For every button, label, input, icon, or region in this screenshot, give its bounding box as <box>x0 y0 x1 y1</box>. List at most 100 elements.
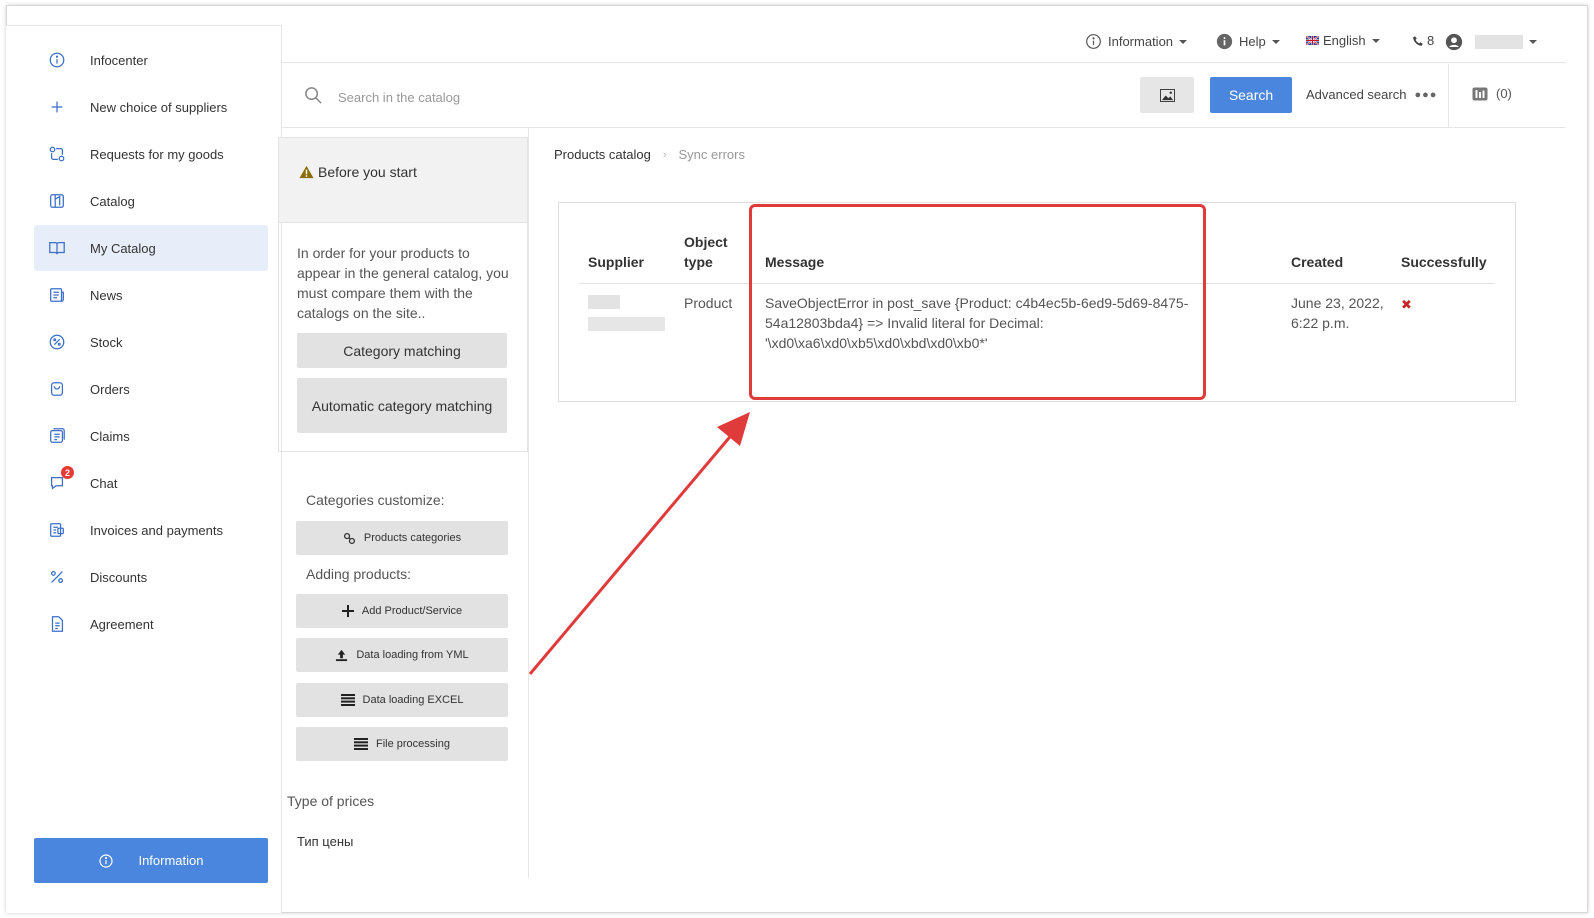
information-menu[interactable]: Information <box>1085 33 1188 50</box>
sidebar-item-stock[interactable]: Stock <box>34 319 268 365</box>
breadcrumb-current: Sync errors <box>678 147 745 162</box>
header-object-type-line1: Object <box>684 234 728 250</box>
breadcrumb-products-catalog[interactable]: Products catalog <box>554 147 651 162</box>
search-input[interactable] <box>338 86 1038 108</box>
sidebar-item-label: Discounts <box>90 569 148 585</box>
sidebar-item-label: Requests for my goods <box>90 146 224 162</box>
info-circle-icon <box>99 853 114 868</box>
book-open-icon <box>46 237 68 259</box>
divider <box>528 128 529 878</box>
chevron-down-icon <box>1371 38 1380 43</box>
before-start-body: In order for your products to appear in … <box>278 223 528 452</box>
image-search-button[interactable] <box>1140 77 1194 113</box>
price-type-item[interactable]: Тип цены <box>297 834 353 849</box>
category-matching-button[interactable]: Category matching <box>297 333 507 368</box>
sidebar: Infocenter New choice of suppliers Reque… <box>6 25 282 913</box>
chevron-down-icon <box>1529 40 1537 44</box>
phone-number: 8 <box>1427 33 1435 48</box>
sidebar-item-orders[interactable]: Orders <box>34 366 268 412</box>
sidebar-item-invoices[interactable]: Invoices and payments <box>34 507 268 553</box>
sidebar-item-requests[interactable]: Requests for my goods <box>34 131 268 177</box>
sidebar-item-claims[interactable]: Claims <box>34 413 268 459</box>
more-dots-icon: ●●● <box>1414 88 1438 101</box>
data-excel-label: Data loading EXCEL <box>362 694 464 706</box>
sidebar-item-agreement[interactable]: Agreement <box>34 601 268 647</box>
sidebar-item-chat[interactable]: 2 Chat <box>34 460 268 506</box>
breadcrumb-separator-icon: › <box>662 148 667 161</box>
sidebar-item-discounts[interactable]: Discounts <box>34 554 268 600</box>
categories-customize-heading: Categories customize: <box>306 492 445 508</box>
add-product-button[interactable]: Add Product/Service <box>296 594 508 628</box>
help-icon <box>1216 33 1233 50</box>
breadcrumb: Products catalog › Sync errors <box>554 147 745 162</box>
list-icon <box>340 694 355 706</box>
auto-category-matching-button[interactable]: Automatic category matching <box>297 378 507 433</box>
advanced-search-label: Advanced search <box>1306 87 1407 102</box>
before-start-header: Before you start <box>278 137 528 223</box>
sidebar-item-label: New choice of suppliers <box>90 99 228 115</box>
search-icon <box>305 87 322 104</box>
image-icon <box>1159 88 1175 102</box>
cell-created-line2: 6:22 p.m. <box>1291 315 1350 331</box>
user-menu[interactable] <box>1445 33 1537 51</box>
advanced-search-link[interactable]: Advanced search ●●● <box>1306 87 1437 102</box>
file-processing-button[interactable]: File processing <box>296 727 508 761</box>
information-button-label: Information <box>138 853 204 868</box>
data-excel-button[interactable]: Data loading EXCEL <box>296 683 508 717</box>
cell-object-type: Product <box>684 295 733 311</box>
list-icon <box>354 738 368 750</box>
sidebar-item-label: News <box>90 287 123 303</box>
user-avatar-icon <box>1445 33 1463 51</box>
compare-chart-icon <box>1472 87 1488 100</box>
newspaper-icon <box>46 284 68 306</box>
search-bar: Search Advanced search ●●● (0) <box>282 64 1566 128</box>
sidebar-item-news[interactable]: News <box>34 272 268 318</box>
add-product-label: Add Product/Service <box>361 605 463 617</box>
uk-flag-icon <box>1306 36 1319 45</box>
warning-icon <box>299 165 314 179</box>
user-name-redacted <box>1475 35 1523 49</box>
header-created: Created <box>1291 254 1344 270</box>
top-bar: Information Help English 8 <box>282 25 1566 63</box>
sidebar-item-new-suppliers[interactable]: New choice of suppliers <box>34 84 268 130</box>
claims-icon <box>46 425 68 447</box>
products-categories-label: Products categories <box>363 532 462 544</box>
divider <box>1448 64 1449 128</box>
information-button[interactable]: Information <box>34 838 268 883</box>
annotation-highlight-box <box>749 204 1206 400</box>
exchange-icon <box>46 143 68 165</box>
sidebar-item-catalog[interactable]: Catalog <box>34 178 268 224</box>
help-menu[interactable]: Help <box>1216 33 1280 50</box>
products-categories-button[interactable]: Products categories <box>296 521 508 555</box>
invoice-icon <box>46 519 68 541</box>
catalog-tools-panel: Before you start In order for your produ… <box>278 137 528 452</box>
compare-count: (0) <box>1496 86 1512 101</box>
chevron-down-icon <box>1179 39 1188 44</box>
sidebar-item-label: Catalog <box>90 193 135 209</box>
intro-text: In order for your products to appear in … <box>297 245 509 321</box>
language-menu[interactable]: English <box>1306 33 1380 48</box>
before-start-title: Before you start <box>318 164 417 180</box>
sidebar-item-my-catalog[interactable]: My Catalog <box>34 225 268 271</box>
sidebar-item-label: Stock <box>90 334 123 350</box>
shopping-bag-icon <box>46 378 68 400</box>
data-yml-button[interactable]: Data loading from YML <box>296 638 508 672</box>
sidebar-item-label: Orders <box>90 381 130 397</box>
compare-button[interactable]: (0) <box>1472 86 1512 101</box>
cell-created-line1: June 23, 2022, <box>1291 295 1384 311</box>
sidebar-item-label: Agreement <box>90 616 154 632</box>
sidebar-item-infocenter[interactable]: Infocenter <box>34 37 268 83</box>
sidebar-item-label: Chat <box>90 475 118 491</box>
search-button[interactable]: Search <box>1210 77 1292 113</box>
phone-icon <box>1413 35 1423 46</box>
data-yml-label: Data loading from YML <box>356 649 469 661</box>
phone-link[interactable]: 8 <box>1412 33 1434 48</box>
document-icon <box>46 613 68 635</box>
plus-icon <box>341 605 354 617</box>
language-menu-label: English <box>1323 33 1366 48</box>
link-icon <box>343 532 355 544</box>
chat-badge: 2 <box>61 466 74 479</box>
header-successfully: Successfully <box>1401 254 1487 270</box>
chat-icon: 2 <box>46 466 74 494</box>
type-of-prices-heading: Type of prices <box>287 793 375 809</box>
